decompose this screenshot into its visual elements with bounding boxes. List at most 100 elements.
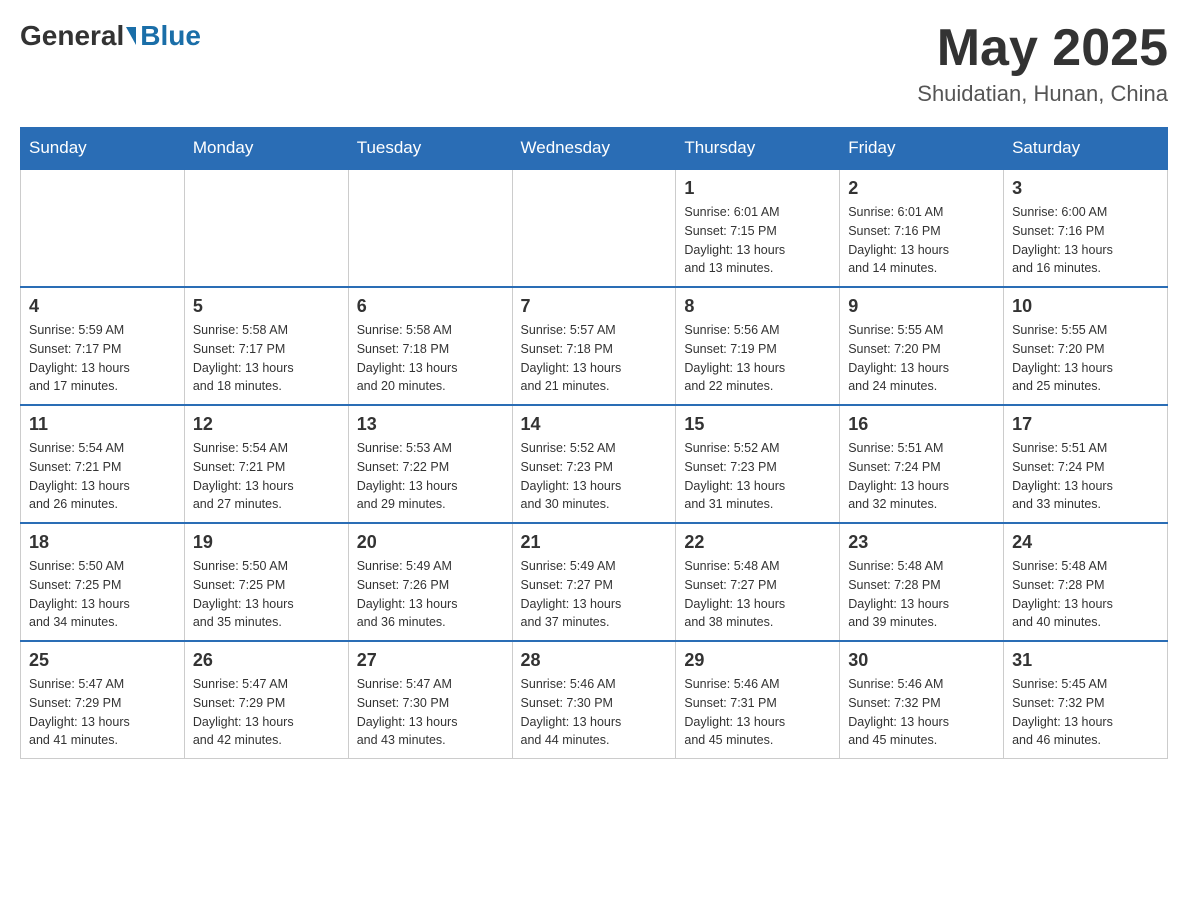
day-info: Sunrise: 5:48 AM Sunset: 7:28 PM Dayligh… <box>848 557 995 632</box>
calendar-cell: 13 Sunrise: 5:53 AM Sunset: 7:22 PM Dayli… <box>348 405 512 523</box>
day-info: Sunrise: 6:00 AM Sunset: 7:16 PM Dayligh… <box>1012 203 1159 278</box>
day-number: 23 <box>848 532 995 553</box>
day-number: 24 <box>1012 532 1159 553</box>
calendar-cell <box>21 169 185 287</box>
location-title: Shuidatian, Hunan, China <box>917 81 1168 107</box>
day-number: 8 <box>684 296 831 317</box>
day-number: 13 <box>357 414 504 435</box>
logo-blue-text: Blue <box>140 20 201 52</box>
day-number: 10 <box>1012 296 1159 317</box>
day-number: 9 <box>848 296 995 317</box>
calendar-cell: 22 Sunrise: 5:48 AM Sunset: 7:27 PM Dayli… <box>676 523 840 641</box>
calendar-cell: 28 Sunrise: 5:46 AM Sunset: 7:30 PM Dayli… <box>512 641 676 759</box>
calendar-cell: 4 Sunrise: 5:59 AM Sunset: 7:17 PM Daylig… <box>21 287 185 405</box>
calendar-weekday-saturday: Saturday <box>1004 128 1168 170</box>
calendar-cell: 20Sunrise: 5:49 AM Sunset: 7:26 PM Dayli… <box>348 523 512 641</box>
day-number: 14 <box>521 414 668 435</box>
day-info: Sunrise: 5:58 AM Sunset: 7:17 PM Dayligh… <box>193 321 340 396</box>
day-info: Sunrise: 5:57 AM Sunset: 7:18 PM Dayligh… <box>521 321 668 396</box>
month-title: May 2025 <box>917 20 1168 77</box>
calendar-cell: 12 Sunrise: 5:54 AM Sunset: 7:21 PM Dayli… <box>184 405 348 523</box>
calendar-cell <box>348 169 512 287</box>
day-number: 25 <box>29 650 176 671</box>
calendar-weekday-tuesday: Tuesday <box>348 128 512 170</box>
day-info: Sunrise: 5:52 AM Sunset: 7:23 PM Dayligh… <box>521 439 668 514</box>
day-info: Sunrise: 5:46 AM Sunset: 7:30 PM Dayligh… <box>521 675 668 750</box>
day-number: 28 <box>521 650 668 671</box>
calendar-cell: 29 Sunrise: 5:46 AM Sunset: 7:31 PM Dayli… <box>676 641 840 759</box>
day-number: 3 <box>1012 178 1159 199</box>
calendar-weekday-wednesday: Wednesday <box>512 128 676 170</box>
calendar-cell: 19 Sunrise: 5:50 AM Sunset: 7:25 PM Dayli… <box>184 523 348 641</box>
logo-triangle-icon <box>126 27 136 45</box>
calendar-cell: 9Sunrise: 5:55 AM Sunset: 7:20 PM Daylig… <box>840 287 1004 405</box>
calendar-weekday-thursday: Thursday <box>676 128 840 170</box>
day-number: 6 <box>357 296 504 317</box>
day-number: 17 <box>1012 414 1159 435</box>
calendar-cell <box>512 169 676 287</box>
calendar-cell: 15 Sunrise: 5:52 AM Sunset: 7:23 PM Dayli… <box>676 405 840 523</box>
day-number: 2 <box>848 178 995 199</box>
calendar-cell: 18 Sunrise: 5:50 AM Sunset: 7:25 PM Dayli… <box>21 523 185 641</box>
day-info: Sunrise: 5:48 AM Sunset: 7:28 PM Dayligh… <box>1012 557 1159 632</box>
day-info: Sunrise: 5:56 AM Sunset: 7:19 PM Dayligh… <box>684 321 831 396</box>
calendar-cell: 3 Sunrise: 6:00 AM Sunset: 7:16 PM Daylig… <box>1004 169 1168 287</box>
calendar-cell: 1Sunrise: 6:01 AM Sunset: 7:15 PM Daylig… <box>676 169 840 287</box>
calendar-cell: 25 Sunrise: 5:47 AM Sunset: 7:29 PM Dayli… <box>21 641 185 759</box>
week-row-2: 4 Sunrise: 5:59 AM Sunset: 7:17 PM Daylig… <box>21 287 1168 405</box>
day-info: Sunrise: 5:59 AM Sunset: 7:17 PM Dayligh… <box>29 321 176 396</box>
day-number: 15 <box>684 414 831 435</box>
day-number: 21 <box>521 532 668 553</box>
day-info: Sunrise: 5:46 AM Sunset: 7:31 PM Dayligh… <box>684 675 831 750</box>
week-row-5: 25 Sunrise: 5:47 AM Sunset: 7:29 PM Dayli… <box>21 641 1168 759</box>
day-number: 16 <box>848 414 995 435</box>
day-info: Sunrise: 5:49 AM Sunset: 7:27 PM Dayligh… <box>521 557 668 632</box>
calendar-cell: 30Sunrise: 5:46 AM Sunset: 7:32 PM Dayli… <box>840 641 1004 759</box>
week-row-4: 18 Sunrise: 5:50 AM Sunset: 7:25 PM Dayli… <box>21 523 1168 641</box>
week-row-1: 1Sunrise: 6:01 AM Sunset: 7:15 PM Daylig… <box>21 169 1168 287</box>
day-number: 7 <box>521 296 668 317</box>
calendar-cell <box>184 169 348 287</box>
day-number: 19 <box>193 532 340 553</box>
calendar-header-row: SundayMondayTuesdayWednesdayThursdayFrid… <box>21 128 1168 170</box>
calendar-cell: 10 Sunrise: 5:55 AM Sunset: 7:20 PM Dayli… <box>1004 287 1168 405</box>
calendar-cell: 6 Sunrise: 5:58 AM Sunset: 7:18 PM Daylig… <box>348 287 512 405</box>
calendar-cell: 14 Sunrise: 5:52 AM Sunset: 7:23 PM Dayli… <box>512 405 676 523</box>
day-info: Sunrise: 5:47 AM Sunset: 7:30 PM Dayligh… <box>357 675 504 750</box>
day-number: 18 <box>29 532 176 553</box>
calendar-cell: 31Sunrise: 5:45 AM Sunset: 7:32 PM Dayli… <box>1004 641 1168 759</box>
day-number: 4 <box>29 296 176 317</box>
day-info: Sunrise: 5:47 AM Sunset: 7:29 PM Dayligh… <box>193 675 340 750</box>
calendar-weekday-sunday: Sunday <box>21 128 185 170</box>
day-info: Sunrise: 6:01 AM Sunset: 7:16 PM Dayligh… <box>848 203 995 278</box>
day-info: Sunrise: 5:55 AM Sunset: 7:20 PM Dayligh… <box>1012 321 1159 396</box>
calendar-cell: 26 Sunrise: 5:47 AM Sunset: 7:29 PM Dayli… <box>184 641 348 759</box>
calendar-weekday-friday: Friday <box>840 128 1004 170</box>
calendar-cell: 21 Sunrise: 5:49 AM Sunset: 7:27 PM Dayli… <box>512 523 676 641</box>
day-number: 26 <box>193 650 340 671</box>
day-info: Sunrise: 5:50 AM Sunset: 7:25 PM Dayligh… <box>193 557 340 632</box>
day-info: Sunrise: 5:58 AM Sunset: 7:18 PM Dayligh… <box>357 321 504 396</box>
day-info: Sunrise: 5:54 AM Sunset: 7:21 PM Dayligh… <box>193 439 340 514</box>
calendar-cell: 27 Sunrise: 5:47 AM Sunset: 7:30 PM Dayli… <box>348 641 512 759</box>
day-info: Sunrise: 5:51 AM Sunset: 7:24 PM Dayligh… <box>848 439 995 514</box>
day-number: 12 <box>193 414 340 435</box>
day-info: Sunrise: 5:54 AM Sunset: 7:21 PM Dayligh… <box>29 439 176 514</box>
day-info: Sunrise: 5:53 AM Sunset: 7:22 PM Dayligh… <box>357 439 504 514</box>
day-info: Sunrise: 5:50 AM Sunset: 7:25 PM Dayligh… <box>29 557 176 632</box>
page-header: General Blue May 2025 Shuidatian, Hunan,… <box>20 20 1168 107</box>
day-number: 27 <box>357 650 504 671</box>
calendar-cell: 11Sunrise: 5:54 AM Sunset: 7:21 PM Dayli… <box>21 405 185 523</box>
day-info: Sunrise: 5:48 AM Sunset: 7:27 PM Dayligh… <box>684 557 831 632</box>
day-number: 29 <box>684 650 831 671</box>
calendar-cell: 2 Sunrise: 6:01 AM Sunset: 7:16 PM Daylig… <box>840 169 1004 287</box>
day-info: Sunrise: 6:01 AM Sunset: 7:15 PM Dayligh… <box>684 203 831 278</box>
logo: General Blue <box>20 20 201 52</box>
day-info: Sunrise: 5:51 AM Sunset: 7:24 PM Dayligh… <box>1012 439 1159 514</box>
day-info: Sunrise: 5:52 AM Sunset: 7:23 PM Dayligh… <box>684 439 831 514</box>
day-number: 5 <box>193 296 340 317</box>
day-info: Sunrise: 5:47 AM Sunset: 7:29 PM Dayligh… <box>29 675 176 750</box>
title-block: May 2025 Shuidatian, Hunan, China <box>917 20 1168 107</box>
logo-general-text: General <box>20 20 124 52</box>
day-number: 22 <box>684 532 831 553</box>
